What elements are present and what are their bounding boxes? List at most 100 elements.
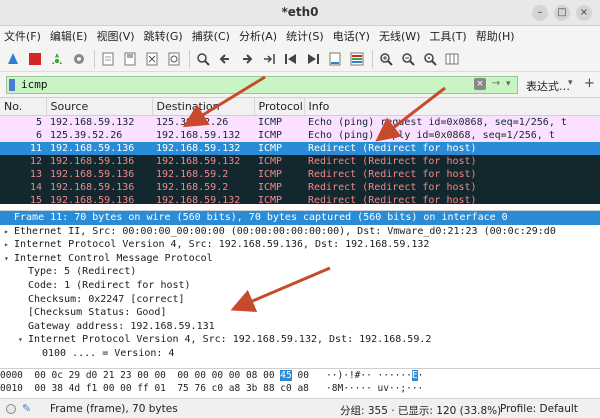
packet-row[interactable]: 6 125.39.52.26 192.168.59.132 ICMP Echo (pin… <box>0 128 600 142</box>
menu-edit[interactable]: 编辑(E) <box>50 28 88 44</box>
packet-cell-no: 12 <box>0 154 46 168</box>
packet-row[interactable]: 11 192.168.59.136 192.168.59.132 ICMP Redire… <box>0 141 600 155</box>
packet-row[interactable]: 5 192.168.59.132 125.39.52.26 ICMP Echo (pin… <box>0 115 600 129</box>
toolbar-separator <box>189 49 190 68</box>
menu-bar: 文件(F) 编辑(E) 视图(V) 跳转(G) 捕获(C) 分析(A) 统计(S… <box>0 26 600 46</box>
packet-cell-no: 6 <box>0 128 46 142</box>
column-header-no[interactable]: No. <box>0 98 47 116</box>
add-filter-button[interactable]: + <box>584 76 595 91</box>
resize-columns-icon[interactable] <box>443 50 461 68</box>
packet-row[interactable]: 15 192.168.59.136 192.168.59.132 ICMP Redire… <box>0 193 600 204</box>
packet-row[interactable]: 12 192.168.59.136 192.168.59.132 ICMP Redire… <box>0 154 600 168</box>
stop-icon[interactable] <box>26 50 44 68</box>
detail-tree-label: Gateway address: 192.168.59.131 <box>28 320 215 332</box>
collapsed-arrow-icon[interactable]: ▸ <box>4 225 14 239</box>
detail-tree-item[interactable]: Type: 5 (Redirect) <box>0 265 600 279</box>
detail-tree-item[interactable]: ▸ Internet Protocol Version 4, Src: 192.1… <box>0 238 600 252</box>
packet-cell-info: Redirect (Redirect for host) <box>304 193 600 204</box>
detail-tree-label: Checksum: 0x2247 [correct] <box>28 293 185 305</box>
filter-bookmark-icon[interactable] <box>9 79 15 91</box>
hex-offset: 0000 <box>0 370 23 381</box>
packet-cell-info: Echo (ping) reply id=0x0868, seq=1/256, … <box>304 128 600 142</box>
menu-analyze[interactable]: 分析(A) <box>239 28 277 44</box>
display-filter-input[interactable]: icmp <box>6 76 518 94</box>
packet-details-pane: Frame 11: 70 bytes on wire (560 bits), 7… <box>0 210 600 364</box>
maximize-button[interactable]: □ <box>554 5 570 21</box>
packet-cell-destination: 125.39.52.26 <box>152 115 254 129</box>
detail-tree-item[interactable]: ▾ Internet Protocol Version 4, Src: 192.1… <box>0 333 600 347</box>
colorize-icon[interactable] <box>348 50 366 68</box>
apply-filter-icon[interactable]: → <box>490 78 502 90</box>
packet-cell-protocol: ICMP <box>254 193 304 204</box>
clear-filter-icon[interactable]: × <box>474 78 486 90</box>
packet-row[interactable]: 14 192.168.59.136 192.168.59.2 ICMP Redirect… <box>0 180 600 194</box>
save-file-icon[interactable] <box>121 50 139 68</box>
edit-comment-icon[interactable]: ✎ <box>22 402 31 415</box>
hex-offset: 0010 <box>0 383 23 394</box>
hex-dump-line[interactable]: 0010 00 38 4d f1 00 00 ff 01 75 76 c0 a8… <box>0 383 600 395</box>
detail-tree-item[interactable]: [Checksum Status: Good] <box>0 306 600 320</box>
menu-telephony[interactable]: 电话(Y) <box>333 28 370 44</box>
hex-bytes-highlighted: 45 <box>280 370 292 381</box>
column-header-source[interactable]: Source <box>46 98 153 116</box>
packet-row[interactable]: 13 192.168.59.136 192.168.59.2 ICMP Redirect… <box>0 167 600 181</box>
column-header-destination[interactable]: Destination <box>152 98 255 116</box>
filter-history-dropdown-icon[interactable]: ▾ <box>506 78 516 90</box>
packet-cell-source: 192.168.59.136 <box>46 141 152 155</box>
packet-cell-no: 11 <box>0 141 46 155</box>
detail-tree-item[interactable]: Gateway address: 192.168.59.131 <box>0 320 600 334</box>
menu-capture[interactable]: 捕获(C) <box>192 28 230 44</box>
go-to-packet-icon[interactable] <box>260 50 278 68</box>
expanded-arrow-icon[interactable]: ▾ <box>18 333 28 347</box>
close-file-icon[interactable] <box>143 50 161 68</box>
menu-help[interactable]: 帮助(H) <box>476 28 515 44</box>
find-icon[interactable] <box>194 50 212 68</box>
packet-cell-source: 192.168.59.136 <box>46 180 152 194</box>
expression-button[interactable]: 表达式… <box>526 78 570 94</box>
go-forward-icon[interactable] <box>238 50 256 68</box>
packet-cell-protocol: ICMP <box>254 128 304 142</box>
zoom-out-icon[interactable] <box>399 50 417 68</box>
collapsed-arrow-icon[interactable]: ▸ <box>4 238 14 252</box>
detail-tree-item[interactable]: ▾ Internet Control Message Protocol <box>0 252 600 266</box>
column-header-protocol[interactable]: Protocol <box>254 98 305 116</box>
minimize-button[interactable]: – <box>532 5 548 21</box>
expanded-arrow-icon[interactable]: ▾ <box>4 252 14 266</box>
packet-cell-info: Redirect (Redirect for host) <box>304 167 600 181</box>
status-selected-field: Frame (frame), 70 bytes <box>50 403 178 415</box>
detail-tree-label: Internet Protocol Version 4, Src: 192.16… <box>28 334 432 346</box>
close-button[interactable]: × <box>576 5 592 21</box>
detail-tree-item[interactable]: Frame 11: 70 bytes on wire (560 bits), 7… <box>0 211 600 225</box>
expert-info-icon[interactable] <box>6 404 16 414</box>
menu-view[interactable]: 视图(V) <box>96 28 134 44</box>
menu-statistics[interactable]: 统计(S) <box>286 28 324 44</box>
menu-tools[interactable]: 工具(T) <box>429 28 466 44</box>
open-file-icon[interactable] <box>99 50 117 68</box>
autoscroll-icon[interactable] <box>326 50 344 68</box>
column-header-info[interactable]: Info <box>304 98 600 116</box>
go-back-icon[interactable] <box>216 50 234 68</box>
reload-icon[interactable] <box>165 50 183 68</box>
restart-icon[interactable] <box>48 50 66 68</box>
ascii-bytes: · <box>417 370 424 381</box>
detail-tree-item[interactable]: Code: 1 (Redirect for host) <box>0 279 600 293</box>
status-profile[interactable]: Profile: Default <box>500 403 578 415</box>
menu-wireless[interactable]: 无线(W) <box>379 28 420 44</box>
detail-tree-item[interactable]: 0100 .... = Version: 4 <box>0 347 600 361</box>
first-packet-icon[interactable] <box>282 50 300 68</box>
hex-gap <box>23 383 34 394</box>
chevron-down-icon[interactable]: ▾ <box>568 78 573 88</box>
menu-go[interactable]: 跳转(G) <box>144 28 183 44</box>
menu-file[interactable]: 文件(F) <box>4 28 41 44</box>
shark-fin-icon[interactable] <box>4 50 22 68</box>
hex-dump-line[interactable]: 0000 00 0c 29 d0 21 23 00 00 00 00 00 00… <box>0 370 600 382</box>
detail-tree-item[interactable]: ▸ Ethernet II, Src: 00:00:00_00:00:00 (00… <box>0 225 600 239</box>
ascii-bytes: ·8M····· uv··;··· <box>308 383 424 394</box>
zoom-reset-icon[interactable] <box>421 50 439 68</box>
hex-bytes: 00 38 4d f1 00 00 ff 01 75 76 c0 a8 3b 8… <box>34 383 309 394</box>
options-gear-icon[interactable] <box>70 50 88 68</box>
packet-bytes-pane: 0000 00 0c 29 d0 21 23 00 00 00 00 00 00… <box>0 368 600 396</box>
last-packet-icon[interactable] <box>304 50 322 68</box>
zoom-in-icon[interactable] <box>377 50 395 68</box>
detail-tree-item[interactable]: Checksum: 0x2247 [correct] <box>0 293 600 307</box>
